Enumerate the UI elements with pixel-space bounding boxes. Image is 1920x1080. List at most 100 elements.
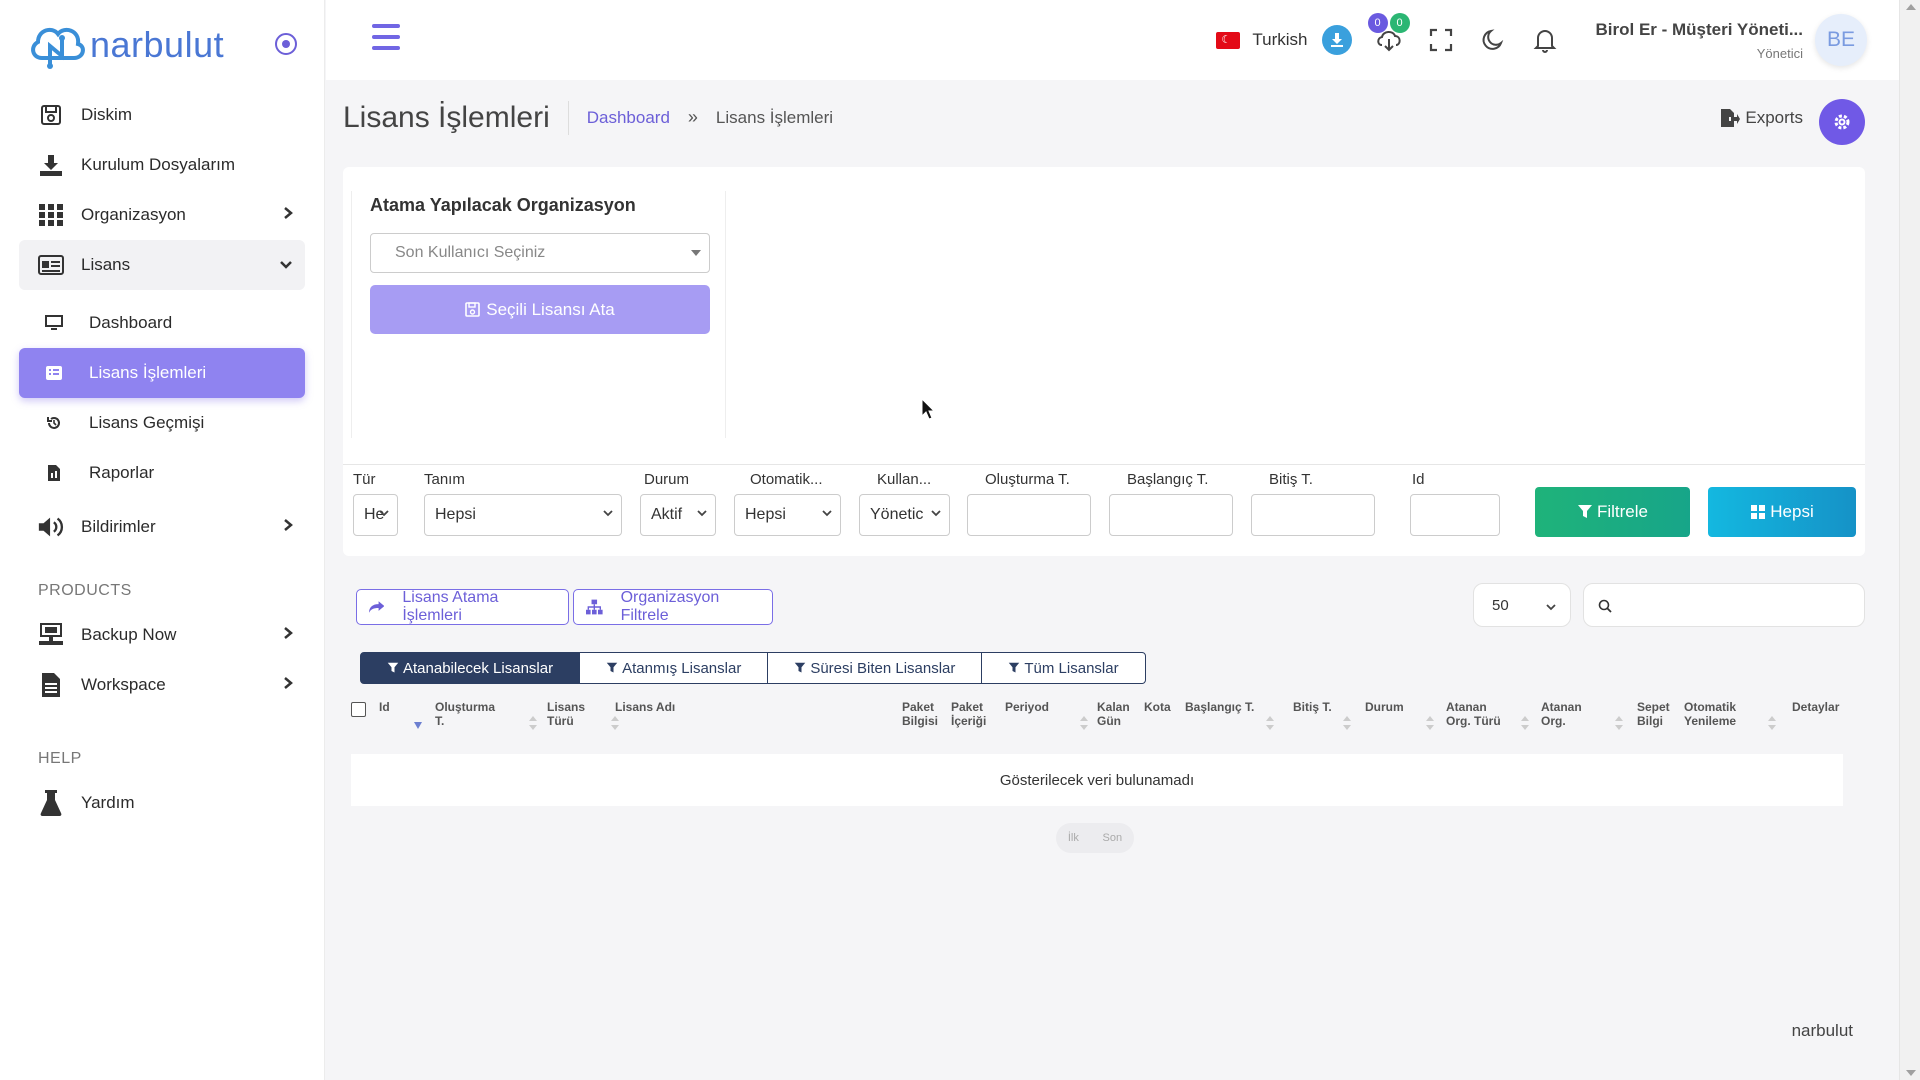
sidebar-item-dashboard[interactable]: Dashboard <box>19 298 305 348</box>
column-header-periyod[interactable]: Periyod <box>1005 700 1049 714</box>
kullanici-select[interactable]: Yönetic <box>859 494 950 536</box>
settings-button[interactable] <box>1819 99 1865 145</box>
select-all-checkbox[interactable] <box>351 702 366 717</box>
sidebar-item-diskim[interactable]: Diskim <box>19 90 305 140</box>
language-selector[interactable]: Turkish <box>1216 30 1308 50</box>
breadcrumb-current: Lisans İşlemleri <box>715 107 834 127</box>
sidebar-item-label: Backup Now <box>81 625 177 644</box>
sidebar-item-label: Kurulum Dosyalarım <box>81 155 235 174</box>
sidebar-item-lisans-gecmisi[interactable]: Lisans Geçmişi <box>19 398 305 448</box>
download-app-button[interactable] <box>1321 25 1352 55</box>
assign-license-button[interactable]: Seçili Lisansı Ata <box>370 285 710 334</box>
sidebar-item-kurulum[interactable]: Kurulum Dosyalarım <box>19 140 305 190</box>
column-header-detaylar[interactable]: Detaylar <box>1792 700 1839 714</box>
id-input[interactable] <box>1410 494 1500 536</box>
exports-label: Exports <box>1745 108 1803 127</box>
column-header-lisans-turu[interactable]: Lisans Türü <box>547 700 595 728</box>
mouse-cursor-icon <box>921 398 935 420</box>
dark-mode-toggle[interactable] <box>1478 25 1508 55</box>
column-header-olusturma[interactable]: Oluşturma T. <box>435 700 505 728</box>
filter-label: Tür <box>353 471 376 488</box>
column-header-baslangic[interactable]: Başlangıç T. <box>1185 700 1255 714</box>
sidebar-item-yardim[interactable]: Yardım <box>19 778 305 828</box>
sort-desc-icon <box>414 722 422 729</box>
column-header-otomatik-yenileme[interactable]: Otomatik Yenileme <box>1684 700 1754 728</box>
filter-label: Başlangıç T. <box>1127 471 1209 488</box>
filter-otomatik: Otomatik... Hepsi <box>734 471 841 536</box>
section-label-products: PRODUCTS <box>38 582 132 599</box>
license-tabs: Atanabilecek Lisanslar Atanmış Lisanslar… <box>360 652 1146 684</box>
sidebar-item-bildirimler[interactable]: Bildirimler <box>19 502 305 552</box>
logo[interactable]: narbulut <box>28 20 224 70</box>
sidebar-item-backup-now[interactable]: Backup Now <box>19 610 305 660</box>
tanim-select[interactable]: Hepsi <box>424 494 622 536</box>
id-card-icon <box>37 251 65 279</box>
exports-button[interactable]: Exports <box>1720 108 1803 128</box>
sidebar-item-lisans[interactable]: Lisans <box>19 240 305 290</box>
sidebar-item-workspace[interactable]: Workspace <box>19 660 305 710</box>
file-export-icon <box>1721 109 1741 127</box>
column-header-kalan-gun[interactable]: Kalan Gün <box>1097 700 1137 728</box>
sidebar-item-lisans-islemleri[interactable]: Lisans İşlemleri <box>19 348 305 398</box>
avatar[interactable]: BE <box>1815 14 1867 66</box>
filter-icon <box>606 662 618 673</box>
page-title: Lisans İşlemleri <box>343 100 569 135</box>
olusturma-date-input[interactable] <box>967 494 1091 536</box>
tab-tum[interactable]: Tüm Lisanslar <box>981 652 1146 684</box>
organization-filter-button[interactable]: Organizasyon Filtrele <box>573 589 773 625</box>
target-icon[interactable] <box>274 32 298 56</box>
notifications-button[interactable] <box>1530 25 1560 55</box>
column-header-lisans-adi[interactable]: Lisans Adı <box>615 700 675 714</box>
show-all-button[interactable]: Hepsi <box>1708 487 1856 537</box>
tab-atanabilecek[interactable]: Atanabilecek Lisanslar <box>360 652 581 684</box>
column-header-sepet-bilgi[interactable]: Sepet Bilgi <box>1637 700 1677 728</box>
otomatik-select[interactable]: Hepsi <box>734 494 841 536</box>
sort-icon <box>1080 716 1088 730</box>
pagination-first[interactable]: İlk <box>1068 832 1079 844</box>
search-input[interactable] <box>1583 583 1865 627</box>
bitis-date-input[interactable] <box>1251 494 1375 536</box>
help-nav: Yardım <box>0 778 324 828</box>
sort-icon <box>611 716 619 730</box>
column-header-kota[interactable]: Kota <box>1144 700 1171 714</box>
sidebar: narbulut Diskim Kurulum Dosyalarım Organ… <box>0 0 325 1080</box>
tab-suresi-biten[interactable]: Süresi Biten Lisanslar <box>767 652 983 684</box>
vertical-scrollbar[interactable] <box>1899 0 1920 1080</box>
column-header-paket-icerigi[interactable]: Paket İçeriği <box>951 700 996 728</box>
column-header-bitis[interactable]: Bitiş T. <box>1293 700 1333 714</box>
sidebar-item-organizasyon[interactable]: Organizasyon <box>19 190 305 240</box>
column-header-atanan-org[interactable]: Atanan Org. <box>1541 700 1596 728</box>
license-assignment-button[interactable]: Lisans Atama İşlemleri <box>356 589 569 625</box>
backup-icon <box>37 621 65 649</box>
logo-text: narbulut <box>90 24 225 65</box>
breadcrumb-dashboard-link[interactable]: Dashboard <box>587 108 670 128</box>
filter-button[interactable]: Filtrele <box>1535 487 1690 537</box>
column-header-atanan-org-turu[interactable]: Atanan Org. Türü <box>1446 700 1501 728</box>
organization-filter-label: Organizasyon Filtrele <box>620 589 720 624</box>
column-header-durum[interactable]: Durum <box>1365 700 1404 714</box>
chevron-right-icon <box>284 627 293 639</box>
column-header-id[interactable]: Id <box>379 700 390 714</box>
lisans-submenu: Dashboard Lisans İşlemleri Lisans Geçmiş… <box>19 298 305 498</box>
tur-select[interactable]: He <box>353 494 398 536</box>
history-icon <box>43 412 65 434</box>
end-user-select[interactable]: Son Kullanıcı Seçiniz <box>370 233 710 273</box>
chevron-down-icon <box>822 510 832 517</box>
pagination-last[interactable]: Son <box>1103 832 1123 844</box>
sync-status-button[interactable]: 0 0 <box>1367 13 1410 55</box>
sort-icon <box>1768 716 1776 730</box>
sidebar-item-raporlar[interactable]: Raporlar <box>19 448 305 498</box>
column-header-paket-bilgisi[interactable]: Paket Bilgisi <box>902 700 942 728</box>
user-info[interactable]: Birol Er - Müşteri Yöneti... Yönetici <box>1596 20 1804 61</box>
durum-select[interactable]: Aktif <box>640 494 716 536</box>
tab-atanmis[interactable]: Atanmış Lisanslar <box>579 652 769 684</box>
baslangic-date-input[interactable] <box>1109 494 1233 536</box>
language-label: Turkish <box>1252 30 1308 49</box>
download-icon <box>37 151 65 179</box>
report-icon <box>43 462 65 484</box>
tab-label: Tüm Lisanslar <box>1024 659 1119 677</box>
fullscreen-button[interactable] <box>1426 25 1456 55</box>
page-size-select[interactable]: 50 <box>1473 583 1571 627</box>
hamburger-menu-button[interactable] <box>372 24 400 50</box>
disk-icon <box>37 101 65 129</box>
